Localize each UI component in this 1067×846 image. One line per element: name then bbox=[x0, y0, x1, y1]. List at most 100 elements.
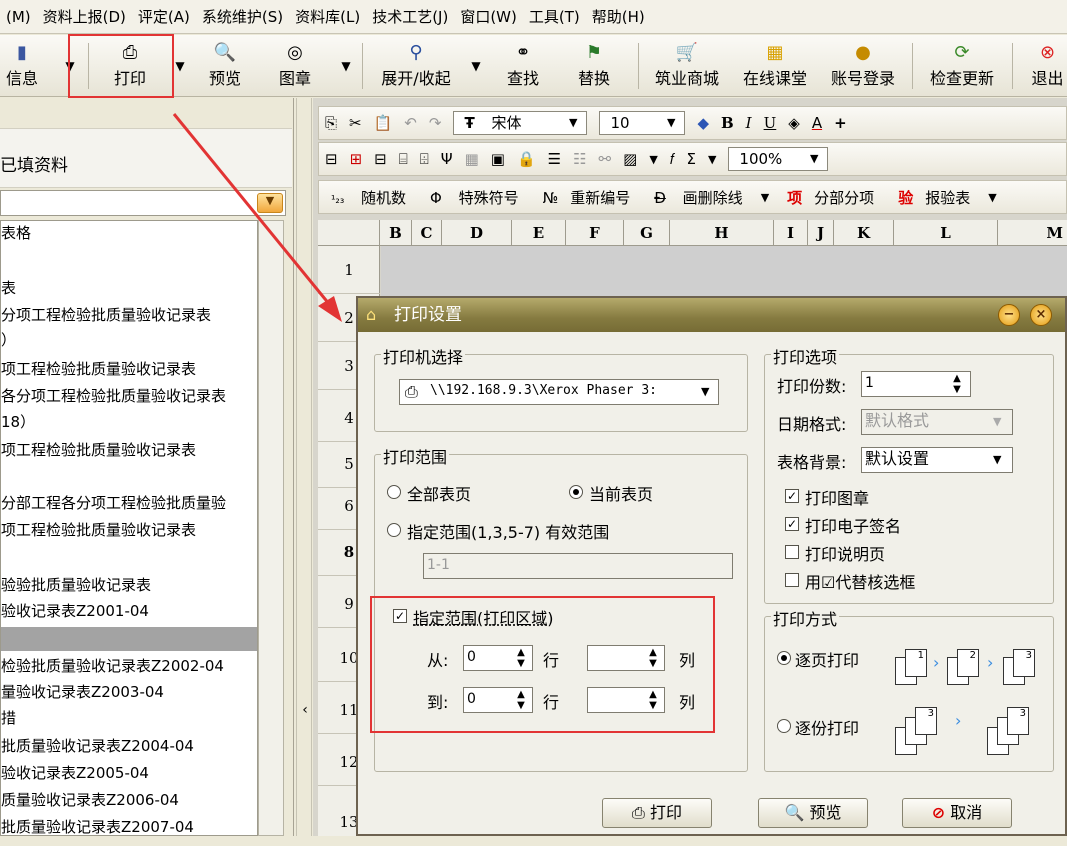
menu-m[interactable]: (M) bbox=[0, 8, 37, 26]
italic-icon[interactable]: I bbox=[746, 114, 752, 132]
fill-color-icon[interactable]: ◈ bbox=[788, 114, 800, 132]
table-bg-select[interactable]: 默认设置 bbox=[861, 447, 1013, 473]
tree-item[interactable]: 分部工程各分项工程检验批质量验 bbox=[1, 491, 257, 515]
lock-icon[interactable]: 🔒 bbox=[517, 150, 536, 168]
col-header[interactable]: K bbox=[834, 220, 894, 245]
online-course-button[interactable]: ▦ 在线课堂 bbox=[734, 35, 816, 97]
tree-root[interactable]: 表格 bbox=[1, 221, 257, 245]
tree-item[interactable]: 项工程检验批质量验收记录表 bbox=[1, 518, 257, 542]
col-header[interactable]: E bbox=[512, 220, 566, 245]
stamp-button[interactable]: ◎ 图章 bbox=[268, 35, 322, 97]
link-icon[interactable]: ⚯ bbox=[599, 150, 612, 168]
spin-arrows-icon[interactable]: ▲ ▼ bbox=[951, 373, 963, 395]
tree-item[interactable]: 措 bbox=[1, 706, 257, 730]
formula-icon[interactable]: 𝑓 bbox=[670, 150, 675, 168]
insert-row-icon[interactable]: ⊟ bbox=[325, 150, 338, 168]
minimize-button[interactable]: − bbox=[998, 304, 1020, 326]
image-dropdown-icon[interactable]: ▼ bbox=[649, 153, 657, 166]
tree-item[interactable]: 分项工程检验批质量验收记录表 bbox=[1, 303, 257, 327]
copy-icon[interactable]: ⎘ bbox=[325, 114, 337, 132]
find-button[interactable]: ⚭ 查找 bbox=[498, 35, 548, 97]
col-header[interactable]: M bbox=[998, 220, 1067, 245]
col-header[interactable]: I bbox=[774, 220, 808, 245]
row-header-cell[interactable]: 1 bbox=[318, 246, 380, 294]
tree-item[interactable]: 量验收记录表Z2003-04 bbox=[1, 680, 257, 704]
print-stamp-checkbox[interactable]: ✓ bbox=[785, 489, 799, 503]
tree-item[interactable]: 验收记录表Z2001-04 bbox=[1, 599, 257, 623]
range-input[interactable]: 1-1 bbox=[423, 553, 733, 579]
printer-select[interactable]: \\192.168.9.3\Xerox Phaser 3: bbox=[399, 379, 719, 405]
copy-by-copy-radio[interactable] bbox=[777, 719, 791, 733]
date-format-select[interactable]: 默认格式 bbox=[861, 409, 1013, 435]
filter-combo[interactable] bbox=[0, 190, 286, 216]
filter-dropdown-button[interactable]: ▼ bbox=[257, 193, 283, 213]
menu-tech[interactable]: 技术工艺(J) bbox=[366, 6, 454, 27]
col-header[interactable]: D bbox=[442, 220, 512, 245]
underline-icon[interactable]: U bbox=[764, 114, 777, 132]
tree-item[interactable]: ） bbox=[1, 328, 257, 352]
all-pages-radio[interactable] bbox=[387, 485, 401, 499]
line-spacing-icon[interactable]: ☰ bbox=[548, 150, 561, 168]
renumber-button[interactable]: № 重新编号 bbox=[537, 187, 637, 208]
col-header[interactable]: B bbox=[380, 220, 412, 245]
report-dropdown-icon[interactable]: ▼ bbox=[988, 191, 996, 204]
random-number-button[interactable]: ¹₂₃ 随机数 bbox=[325, 187, 412, 208]
bold-icon[interactable]: B bbox=[721, 114, 734, 132]
tree-item[interactable]: 检验批质量验收记录表Z2002-04 bbox=[1, 654, 257, 678]
col-header[interactable]: C bbox=[412, 220, 442, 245]
menu-help[interactable]: 帮助(H) bbox=[586, 6, 651, 27]
save-icon[interactable]: ▣ bbox=[491, 150, 505, 168]
sum-dropdown-icon[interactable]: ▼ bbox=[708, 153, 716, 166]
indent-icon[interactable]: ☷ bbox=[573, 150, 586, 168]
font-size-select[interactable]: 10 ▼ bbox=[599, 111, 686, 135]
undo-icon[interactable]: ↶ bbox=[404, 114, 417, 132]
merge-icon[interactable]: ⌸ bbox=[399, 150, 408, 168]
dialog-preview-button[interactable]: 🔍 预览 bbox=[758, 798, 868, 828]
close-button[interactable]: × bbox=[1030, 304, 1052, 326]
preview-button[interactable]: 🔍 预览 bbox=[196, 35, 254, 97]
current-page-radio[interactable] bbox=[569, 485, 583, 499]
tree-item[interactable]: 各分项工程检验批质量验收记录表 bbox=[1, 384, 257, 408]
grid-icon[interactable]: ▦ bbox=[465, 150, 479, 168]
redo-icon[interactable]: ↷ bbox=[429, 114, 442, 132]
menu-tools[interactable]: 工具(T) bbox=[523, 6, 586, 27]
check-update-button[interactable]: ⟳ 检查更新 bbox=[920, 35, 1004, 97]
col-header[interactable]: L bbox=[894, 220, 998, 245]
menu-system[interactable]: 系统维护(S) bbox=[196, 6, 289, 27]
dialog-title-bar[interactable]: 打印设置 bbox=[358, 298, 1065, 332]
tree-item[interactable]: 质量验收记录表Z2006-04 bbox=[1, 788, 257, 812]
image-icon[interactable]: ▨ bbox=[623, 150, 637, 168]
append-row-icon[interactable]: ⊟ bbox=[374, 150, 387, 168]
menu-library[interactable]: 资料库(L) bbox=[289, 6, 366, 27]
fork-icon[interactable]: Ψ bbox=[441, 150, 453, 168]
col-header[interactable]: H bbox=[670, 220, 774, 245]
dialog-cancel-button[interactable]: ⊘ 取消 bbox=[902, 798, 1012, 828]
tree-item[interactable]: 批质量验收记录表Z2007-04 bbox=[1, 815, 257, 835]
strikethrough-button[interactable]: Đ 画删除线 bbox=[648, 187, 748, 208]
insert-col-icon[interactable]: ⊞ bbox=[350, 150, 363, 168]
mall-button[interactable]: 🛒 筑业商城 bbox=[644, 35, 730, 97]
col-header[interactable]: J bbox=[808, 220, 834, 245]
replace-button[interactable]: ⚑ 替换 bbox=[568, 35, 620, 97]
tree-item[interactable]: 项工程检验批质量验收记录表 bbox=[1, 438, 257, 462]
tree-item[interactable]: 批质量验收记录表Z2004-04 bbox=[1, 734, 257, 758]
corner-cell[interactable] bbox=[318, 220, 380, 245]
col-header[interactable]: F bbox=[566, 220, 624, 245]
tree-item-selected[interactable] bbox=[1, 627, 257, 651]
panel-splitter[interactable] bbox=[296, 98, 312, 836]
paste-icon[interactable]: 📋 bbox=[374, 114, 393, 132]
zoom-select[interactable]: 100% ▼ bbox=[728, 147, 829, 171]
sum-icon[interactable]: Σ bbox=[686, 150, 695, 168]
specify-range-radio[interactable] bbox=[387, 523, 401, 537]
col-header[interactable]: G bbox=[624, 220, 670, 245]
expand-collapse-button[interactable]: ⚲ 展开/收起 bbox=[370, 35, 462, 97]
print-esign-checkbox[interactable]: ✓ bbox=[785, 517, 799, 531]
menu-evaluate[interactable]: 评定(A) bbox=[132, 6, 196, 27]
special-symbol-button[interactable]: Φ 特殊符号 bbox=[424, 187, 525, 208]
cut-icon[interactable]: ✂ bbox=[349, 114, 362, 132]
subitem-button[interactable]: 项分部分项 bbox=[781, 187, 880, 208]
dialog-print-button[interactable]: ⎙ 打印 bbox=[602, 798, 712, 828]
check-symbol-checkbox[interactable] bbox=[785, 573, 799, 587]
font-color-icon[interactable]: A bbox=[812, 114, 822, 132]
account-login-button[interactable]: ● 账号登录 bbox=[822, 35, 904, 97]
